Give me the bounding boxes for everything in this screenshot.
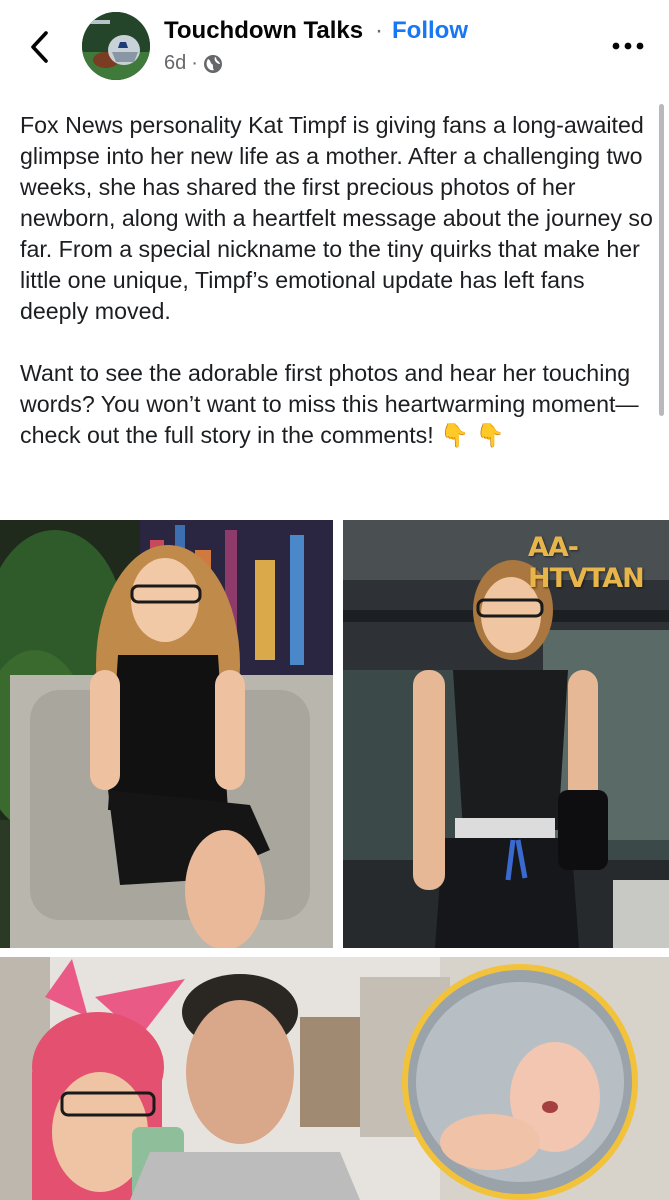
page-name[interactable]: Touchdown Talks xyxy=(164,17,363,45)
chevron-left-icon xyxy=(31,31,48,63)
page-avatar[interactable] xyxy=(82,12,150,80)
watermark: AA-HTVTAN xyxy=(528,532,645,594)
follow-button[interactable]: Follow xyxy=(392,17,468,45)
meta-separator: · xyxy=(191,52,198,74)
post-paragraph-1: Fox News personality Kat Timpf is giving… xyxy=(20,112,653,324)
more-dots-icon xyxy=(612,42,644,50)
photo-street[interactable]: AA-HTVTAN xyxy=(343,520,669,948)
post-paragraph-2: Want to see the adorable first photos an… xyxy=(20,360,639,448)
post-body: Fox News personality Kat Timpf is giving… xyxy=(20,110,656,451)
post-meta: 6d · xyxy=(164,52,223,75)
back-button[interactable] xyxy=(24,28,58,66)
more-options-button[interactable] xyxy=(608,28,648,64)
post-header: Touchdown Talks · Follow 6d · xyxy=(0,0,669,95)
photo-studio-portrait[interactable] xyxy=(0,520,333,948)
photo-couple-with-baby[interactable] xyxy=(0,957,669,1200)
name-separator: · xyxy=(375,17,383,44)
scrollbar[interactable] xyxy=(659,104,664,416)
post-time[interactable]: 6d xyxy=(164,52,186,75)
globe-icon xyxy=(203,54,222,73)
